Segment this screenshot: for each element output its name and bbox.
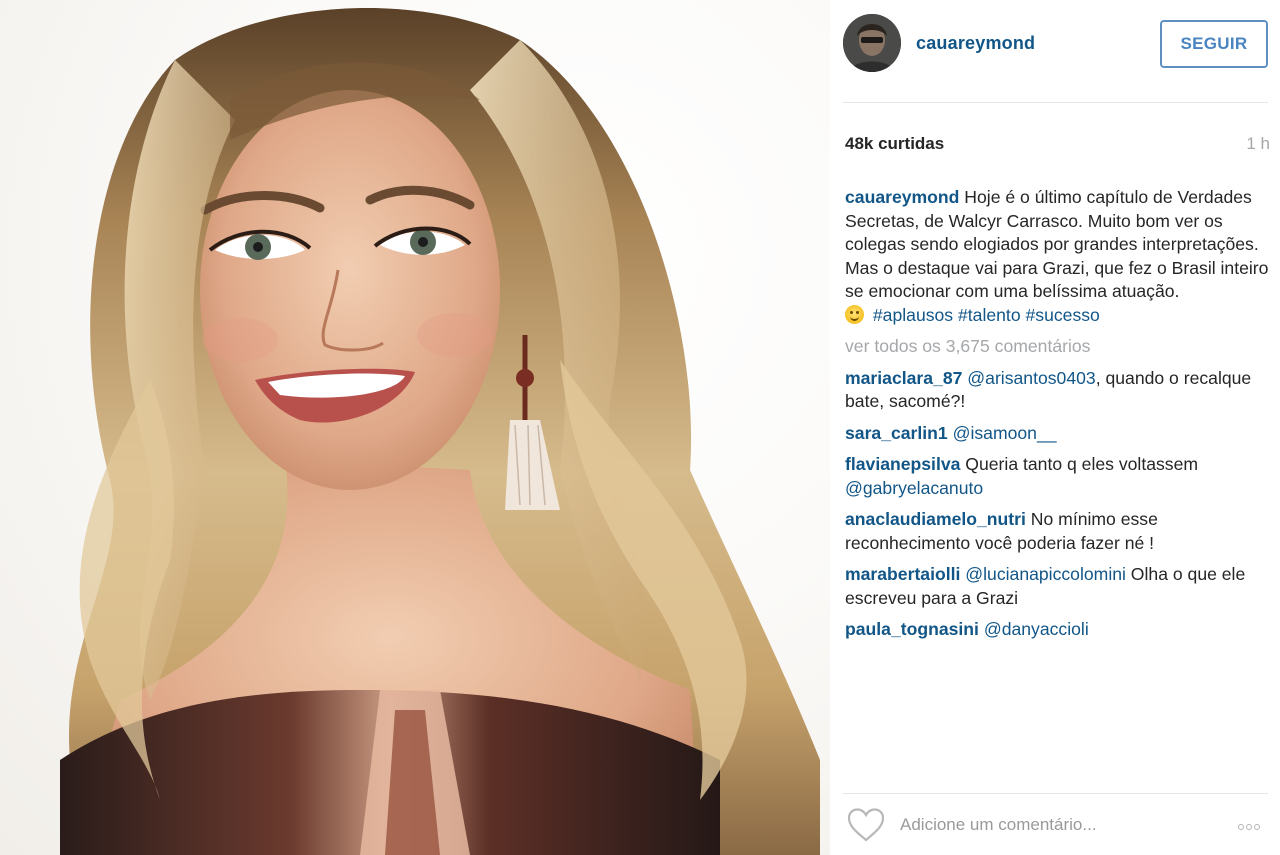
caption: cauareymond Hoje é o último capítulo de …: [845, 186, 1270, 327]
comment-text: Queria tanto q eles voltassem: [965, 454, 1199, 474]
heart-outline-icon[interactable]: [846, 807, 886, 843]
view-all-comments-link[interactable]: ver todos os 3,675 comentários: [845, 335, 1270, 359]
avatar[interactable]: [843, 14, 901, 72]
comment-username[interactable]: sara_carlin1: [845, 423, 948, 443]
comment-username[interactable]: anaclaudiamelo_nutri: [845, 509, 1026, 529]
grinning-face-emoji-icon: [845, 304, 864, 324]
comment-username[interactable]: mariaclara_87: [845, 368, 962, 388]
follow-button[interactable]: SEGUIR: [1160, 20, 1268, 68]
header-username[interactable]: cauareymond: [916, 33, 1035, 54]
avatar-image: [843, 14, 901, 72]
face: [200, 90, 500, 490]
comment-username[interactable]: marabertaiolli: [845, 564, 960, 584]
hashtag-sucesso[interactable]: #sucesso: [1026, 305, 1100, 325]
comment-item: mariaclara_87 @arisantos0403, quando o r…: [845, 367, 1270, 414]
hashtag-aplausos[interactable]: #aplausos: [873, 305, 953, 325]
comment-item: marabertaiolli @lucianapiccolomini Olha …: [845, 563, 1270, 610]
comment-item: sara_carlin1 @isamoon__: [845, 422, 1270, 446]
comment-mention[interactable]: @arisantos0403: [967, 368, 1095, 388]
comment-username[interactable]: flavianepsilva: [845, 454, 960, 474]
comment-username[interactable]: paula_tognasini: [845, 619, 979, 639]
footer-divider: [843, 793, 1268, 794]
header-divider: [843, 102, 1268, 103]
likes-count[interactable]: 48k curtidas: [845, 134, 944, 154]
caption-username[interactable]: cauareymond: [845, 187, 959, 207]
ellipsis-icon[interactable]: [1238, 817, 1268, 831]
comments-list: cauareymond Hoje é o último capítulo de …: [845, 186, 1270, 650]
comment-mention[interactable]: @danyaccioli: [984, 619, 1089, 639]
hashtag-talento[interactable]: #talento: [958, 305, 1021, 325]
comment-mention[interactable]: @gabryelacanuto: [845, 478, 983, 498]
portrait-illustration: [60, 8, 820, 855]
comment-mention[interactable]: @lucianapiccolomini: [965, 564, 1126, 584]
post-sidebar: cauareymond SEGUIR 48k curtidas 1 h caua…: [830, 0, 1280, 855]
add-comment-input[interactable]: [900, 809, 1220, 841]
comment-mention[interactable]: @isamoon__: [953, 423, 1057, 443]
post-time[interactable]: 1 h: [1246, 134, 1270, 154]
comment-item: flavianepsilva Queria tanto q eles volta…: [845, 453, 1270, 500]
post-header: cauareymond SEGUIR: [830, 0, 1280, 102]
comment-item: paula_tognasini @danyaccioli: [845, 618, 1270, 642]
post-photo[interactable]: [0, 0, 830, 855]
comment-item: anaclaudiamelo_nutri No mínimo esse reco…: [845, 508, 1270, 555]
comment-footer: [830, 795, 1280, 855]
